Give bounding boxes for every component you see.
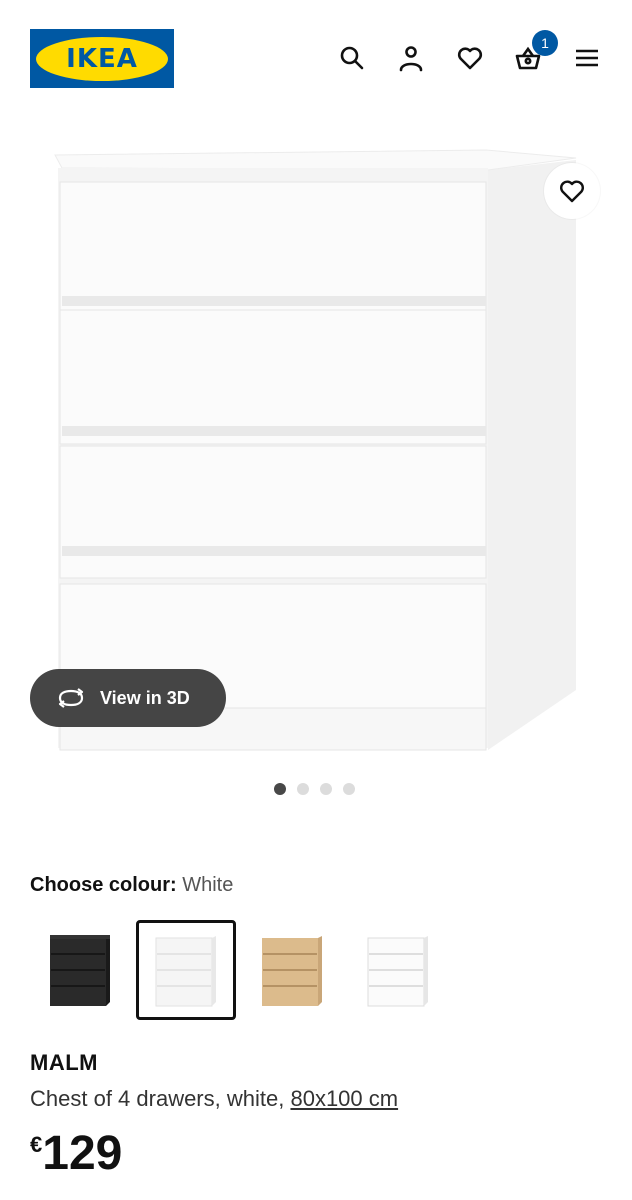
pagination-dot[interactable] bbox=[343, 783, 355, 795]
logo-oval: IKEA bbox=[36, 36, 168, 81]
logo-text: IKEA bbox=[66, 43, 138, 74]
pagination-dot[interactable] bbox=[320, 783, 332, 795]
selected-colour-value: White bbox=[182, 874, 234, 896]
heart-icon bbox=[560, 180, 584, 203]
chest-thumbnail-oak bbox=[262, 936, 322, 1006]
product-size-link[interactable]: 80x100 cm bbox=[290, 1086, 398, 1111]
ikea-logo[interactable]: IKEA bbox=[30, 29, 174, 88]
cart-count-badge: 1 bbox=[532, 30, 558, 56]
product-price: € 129 bbox=[30, 1124, 122, 1184]
chest-thumbnail-white bbox=[155, 936, 216, 1007]
chest-thumbnail-black bbox=[50, 935, 110, 1006]
colour-option-white[interactable] bbox=[136, 920, 236, 1020]
price-amount: 129 bbox=[42, 1127, 123, 1180]
product-description: Chest of 4 drawers, white, 80x100 cm bbox=[30, 1086, 398, 1112]
product-description-text: Chest of 4 drawers, white, bbox=[30, 1086, 285, 1111]
account-button[interactable] bbox=[393, 40, 429, 76]
product-name: MALM bbox=[30, 1050, 98, 1075]
menu-button[interactable] bbox=[569, 40, 605, 76]
colour-option-oak[interactable] bbox=[242, 920, 342, 1020]
colour-option-high-gloss-white[interactable] bbox=[348, 920, 448, 1020]
header: IKEA 1 bbox=[0, 0, 632, 110]
colour-swatches bbox=[30, 920, 448, 1020]
gallery-pagination bbox=[274, 783, 355, 795]
choose-colour-label: Choose colour: White bbox=[30, 874, 233, 897]
wishlist-button[interactable] bbox=[452, 40, 488, 76]
search-icon bbox=[340, 46, 364, 70]
heart-icon bbox=[457, 47, 483, 70]
price-currency: € bbox=[30, 1132, 43, 1157]
chest-thumbnail-gloss-white bbox=[367, 936, 428, 1007]
choose-colour-heading: Choose colour: bbox=[30, 874, 177, 896]
view-in-3d-button[interactable]: View in 3D bbox=[30, 669, 226, 727]
colour-option-black[interactable] bbox=[30, 920, 130, 1020]
menu-icon bbox=[576, 49, 598, 67]
account-icon bbox=[399, 46, 423, 72]
pagination-dot[interactable] bbox=[297, 783, 309, 795]
search-button[interactable] bbox=[334, 40, 370, 76]
pagination-dot[interactable] bbox=[274, 783, 286, 795]
view-in-3d-label: View in 3D bbox=[100, 687, 190, 708]
save-to-wishlist-button[interactable] bbox=[544, 163, 600, 219]
rotate-3d-icon bbox=[58, 688, 84, 708]
